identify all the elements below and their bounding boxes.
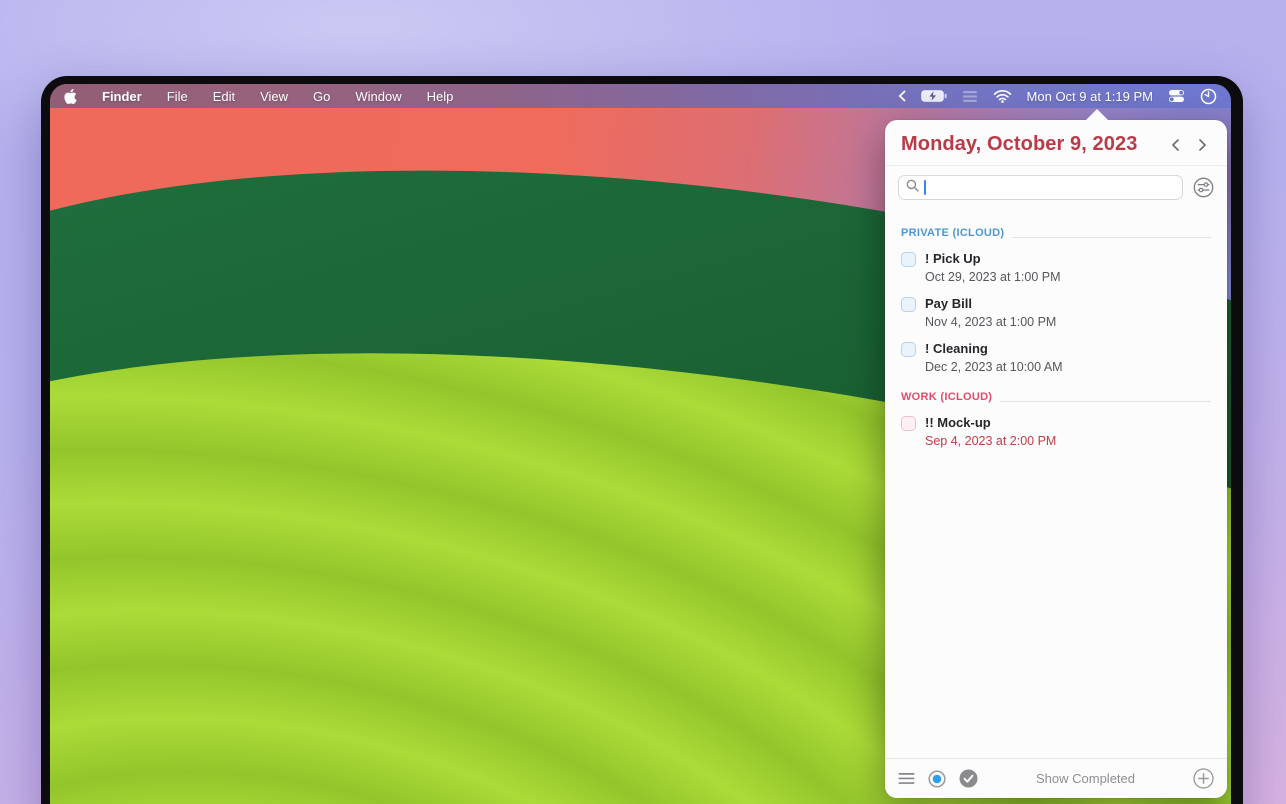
- reminder-due-date: Sep 4, 2023 at 2:00 PM: [925, 434, 1056, 448]
- section-header-private: PRIVATE (ICLOUD): [901, 223, 1211, 239]
- search-input[interactable]: [931, 180, 1175, 195]
- reminder-checkbox[interactable]: [901, 416, 916, 431]
- reminder-checkbox[interactable]: [901, 342, 916, 357]
- search-icon: [906, 179, 919, 197]
- menu-edit[interactable]: Edit: [213, 89, 235, 104]
- menu-window[interactable]: Window: [355, 89, 401, 104]
- section-label: PRIVATE (ICLOUD): [901, 227, 1004, 239]
- dimmed-status-icon[interactable]: [962, 90, 978, 103]
- reminder-list: PRIVATE (ICLOUD) ! Pick Up Oct 29, 2023 …: [885, 208, 1227, 448]
- section-divider: [1000, 401, 1211, 402]
- reminders-clock-icon[interactable]: [1200, 88, 1217, 105]
- reminder-title: !! Mock-up: [925, 415, 1056, 430]
- show-completed-button[interactable]: Show Completed: [991, 771, 1180, 786]
- menu-finder[interactable]: Finder: [102, 89, 142, 104]
- search-field[interactable]: [898, 175, 1183, 200]
- apple-menu-icon[interactable]: [64, 89, 77, 104]
- menu-bar-clock[interactable]: Mon Oct 9 at 1:19 PM: [1027, 89, 1153, 104]
- panel-date-title: Monday, October 9, 2023: [901, 133, 1137, 156]
- reminder-title: ! Pick Up: [925, 251, 1061, 266]
- panel-footer: Show Completed: [885, 758, 1227, 798]
- menu-help[interactable]: Help: [427, 89, 454, 104]
- reminder-title: Pay Bill: [925, 296, 1056, 311]
- hidden-items-chevron-icon[interactable]: [898, 90, 906, 102]
- next-day-button[interactable]: [1194, 135, 1211, 155]
- control-center-icon[interactable]: [1168, 89, 1185, 103]
- reminder-item[interactable]: !! Mock-up Sep 4, 2023 at 2:00 PM: [901, 415, 1211, 448]
- battery-charging-icon[interactable]: [921, 90, 947, 102]
- reminder-item[interactable]: Pay Bill Nov 4, 2023 at 1:00 PM: [901, 296, 1211, 329]
- filter-button[interactable]: [1193, 177, 1214, 198]
- menu-go[interactable]: Go: [313, 89, 330, 104]
- reminder-due-date: Dec 2, 2023 at 10:00 AM: [925, 360, 1063, 374]
- section-divider: [1012, 237, 1211, 238]
- mac-screen-bezel: Finder File Edit View Go Window Help: [41, 76, 1243, 804]
- reminder-checkbox[interactable]: [901, 252, 916, 267]
- section-label: WORK (ICLOUD): [901, 391, 992, 403]
- focus-filter-button[interactable]: [928, 770, 946, 788]
- menu-file[interactable]: File: [167, 89, 188, 104]
- popover-arrow: [1085, 109, 1109, 121]
- desktop-background: Finder File Edit View Go Window Help: [0, 0, 1286, 804]
- reminder-item[interactable]: ! Pick Up Oct 29, 2023 at 1:00 PM: [901, 251, 1211, 284]
- reminders-popover: Monday, October 9, 2023: [885, 120, 1227, 798]
- reminder-checkbox[interactable]: [901, 297, 916, 312]
- completed-filter-button[interactable]: [959, 769, 978, 788]
- reminder-due-date: Nov 4, 2023 at 1:00 PM: [925, 315, 1056, 329]
- add-reminder-button[interactable]: [1193, 768, 1214, 789]
- text-cursor: [924, 180, 926, 195]
- wifi-icon[interactable]: [993, 89, 1012, 103]
- menu-bar: Finder File Edit View Go Window Help: [50, 84, 1231, 108]
- menu-view[interactable]: View: [260, 89, 288, 104]
- reminder-due-date: Oct 29, 2023 at 1:00 PM: [925, 270, 1061, 284]
- reminder-item[interactable]: ! Cleaning Dec 2, 2023 at 10:00 AM: [901, 341, 1211, 374]
- list-options-button[interactable]: [898, 772, 915, 785]
- previous-day-button[interactable]: [1167, 135, 1184, 155]
- desktop-wallpaper: Finder File Edit View Go Window Help: [50, 84, 1231, 804]
- section-header-work: WORK (ICLOUD): [901, 387, 1211, 403]
- reminder-title: ! Cleaning: [925, 341, 1063, 356]
